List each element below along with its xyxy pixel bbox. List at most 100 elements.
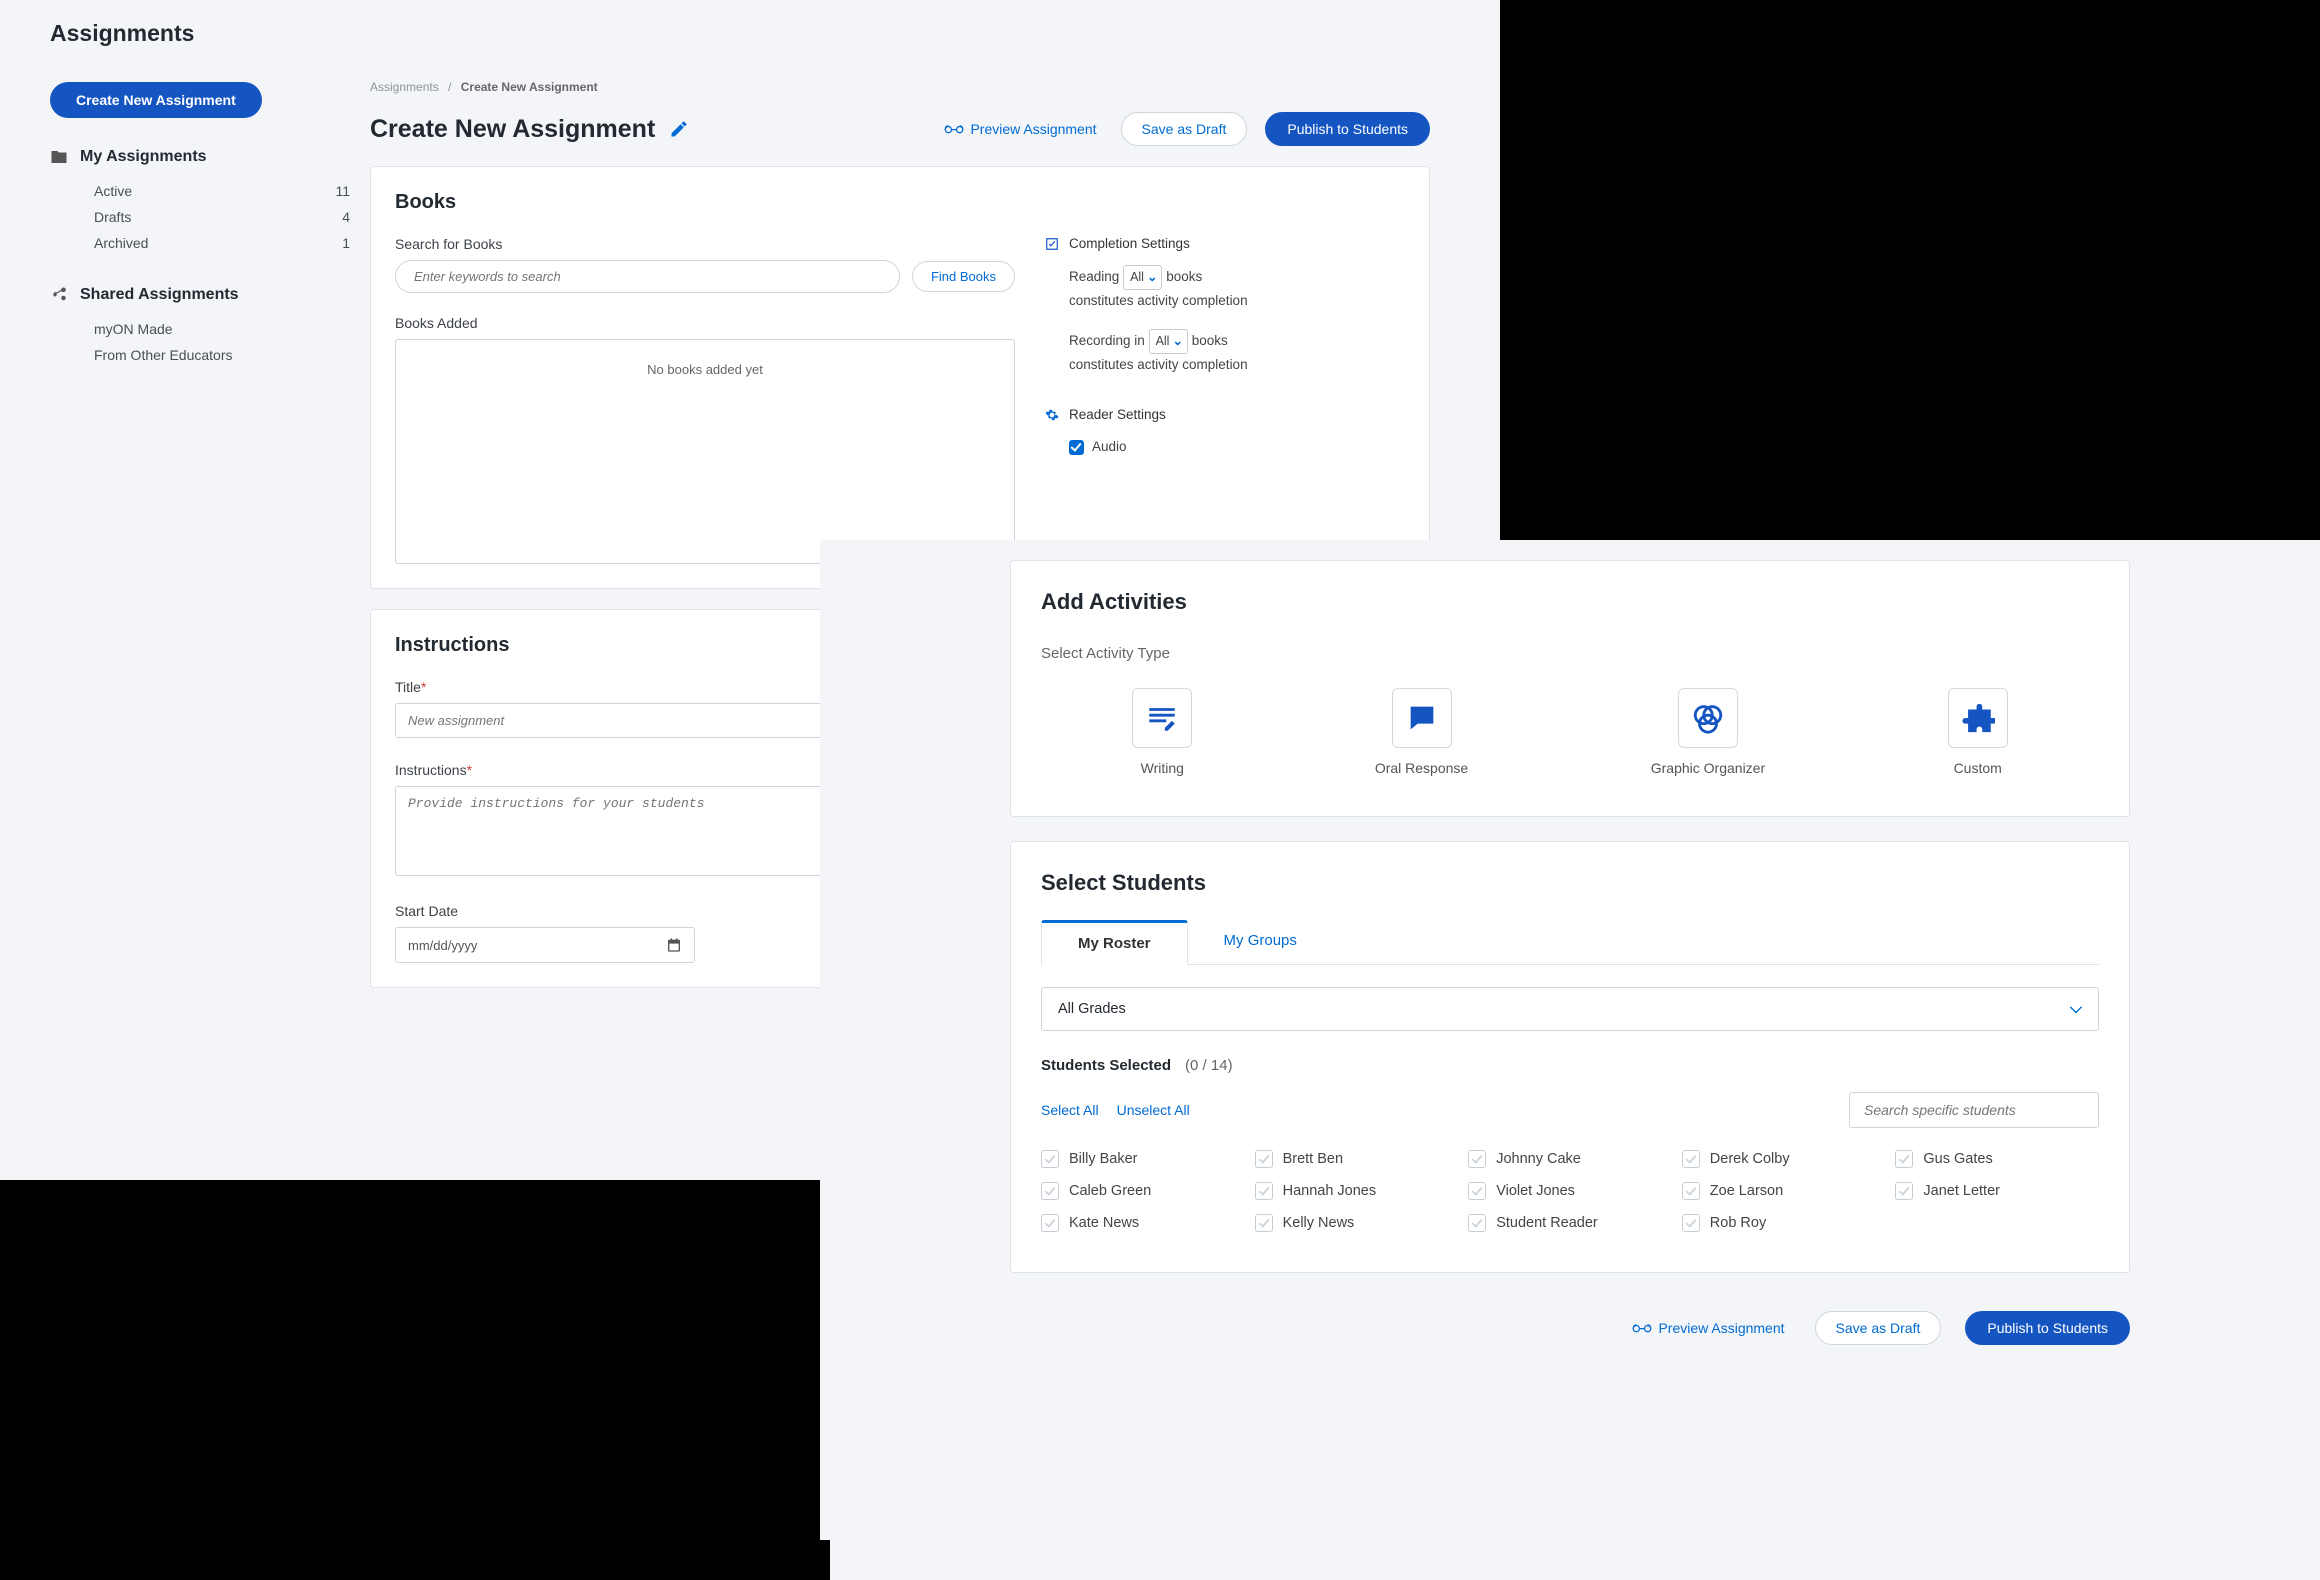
student-checkbox[interactable]: Kate News — [1041, 1214, 1245, 1232]
breadcrumb-current: Create New Assignment — [461, 80, 598, 94]
checkbox-unchecked-icon — [1041, 1150, 1059, 1168]
sidebar-item-other-educators[interactable]: From Other Educators — [50, 342, 350, 368]
student-checkbox[interactable]: Brett Ben — [1255, 1150, 1459, 1168]
page-title: Create New Assignment — [370, 115, 655, 144]
calendar-icon — [666, 937, 682, 953]
student-name: Kate News — [1069, 1215, 1139, 1231]
activity-custom[interactable]: Custom — [1948, 688, 2008, 776]
folder-icon — [50, 148, 68, 166]
sidebar-title: Assignments — [50, 20, 350, 47]
check-square-icon — [1045, 237, 1059, 251]
student-checkbox[interactable]: Zoe Larson — [1682, 1182, 1886, 1200]
sidebar-item-count: 4 — [342, 209, 350, 225]
student-name: Gus Gates — [1923, 1151, 1992, 1167]
reader-settings-label: Reader Settings — [1069, 407, 1166, 422]
checkbox-unchecked-icon — [1682, 1214, 1700, 1232]
save-draft-button[interactable]: Save as Draft — [1121, 112, 1248, 146]
student-checkbox[interactable]: Janet Letter — [1895, 1182, 2099, 1200]
student-checkbox[interactable]: Violet Jones — [1468, 1182, 1672, 1200]
chevron-down-icon: ⌵ — [2070, 1000, 2082, 1018]
speech-icon — [1405, 701, 1439, 735]
students-selected-count: (0 / 14) — [1185, 1057, 1233, 1074]
activities-heading: Add Activities — [1041, 589, 2099, 615]
students-heading: Select Students — [1041, 870, 2099, 896]
student-checkbox[interactable]: Hannah Jones — [1255, 1182, 1459, 1200]
checkbox-checked-icon — [1069, 440, 1084, 455]
breadcrumb: Assignments / Create New Assignment — [370, 80, 1430, 94]
writing-icon — [1145, 701, 1179, 735]
student-name: Johnny Cake — [1496, 1151, 1581, 1167]
checkbox-unchecked-icon — [1255, 1214, 1273, 1232]
share-icon — [50, 286, 68, 304]
sidebar-item-count: 1 — [342, 235, 350, 251]
sidebar-item-label: From Other Educators — [94, 347, 233, 363]
reading-completion-select[interactable]: All⌄ — [1123, 265, 1162, 290]
create-assignment-button[interactable]: Create New Assignment — [50, 82, 262, 118]
student-checkbox[interactable]: Caleb Green — [1041, 1182, 1245, 1200]
select-all-link[interactable]: Select All — [1041, 1102, 1099, 1118]
activity-oral-response[interactable]: Oral Response — [1375, 688, 1468, 776]
sidebar-item-active[interactable]: Active 11 — [50, 178, 350, 204]
audio-checkbox-row[interactable]: Audio — [1069, 436, 1405, 459]
student-checkbox[interactable]: Billy Baker — [1041, 1150, 1245, 1168]
search-books-input[interactable] — [395, 260, 900, 293]
student-checkbox[interactable]: Student Reader — [1468, 1214, 1672, 1232]
checkbox-unchecked-icon — [1895, 1150, 1913, 1168]
books-heading: Books — [395, 191, 1405, 214]
preview-assignment-link-footer[interactable]: Preview Assignment — [1626, 1319, 1790, 1337]
publish-button-footer[interactable]: Publish to Students — [1965, 1311, 2130, 1345]
sidebar-item-myon-made[interactable]: myON Made — [50, 316, 350, 342]
student-name: Billy Baker — [1069, 1151, 1138, 1167]
start-date-label: Start Date — [395, 903, 890, 919]
sidebar-item-drafts[interactable]: Drafts 4 — [50, 204, 350, 230]
tab-my-roster[interactable]: My Roster — [1041, 920, 1188, 965]
student-checkbox[interactable]: Rob Roy — [1682, 1214, 1886, 1232]
activity-graphic-organizer[interactable]: Graphic Organizer — [1651, 688, 1765, 776]
sidebar-item-archived[interactable]: Archived 1 — [50, 230, 350, 256]
grade-select[interactable]: All Grades ⌵ — [1041, 987, 2099, 1031]
unselect-all-link[interactable]: Unselect All — [1117, 1102, 1190, 1118]
checkbox-unchecked-icon — [1041, 1214, 1059, 1232]
books-empty-text: No books added yet — [647, 362, 763, 377]
activity-writing[interactable]: Writing — [1132, 688, 1192, 776]
student-name: Rob Roy — [1710, 1215, 1766, 1231]
student-checkbox[interactable]: Kelly News — [1255, 1214, 1459, 1232]
eyeglasses-icon — [944, 122, 964, 136]
students-selected-label: Students Selected — [1041, 1057, 1171, 1074]
preview-assignment-link[interactable]: Preview Assignment — [938, 120, 1102, 138]
books-added-box: No books added yet — [395, 339, 1015, 564]
checkbox-unchecked-icon — [1468, 1214, 1486, 1232]
recording-completion-select[interactable]: All⌄ — [1149, 329, 1188, 354]
student-name: Violet Jones — [1496, 1183, 1575, 1199]
publish-button[interactable]: Publish to Students — [1265, 112, 1430, 146]
shared-assignments-label: Shared Assignments — [80, 286, 239, 304]
student-checkbox[interactable]: Johnny Cake — [1468, 1150, 1672, 1168]
my-assignments-label: My Assignments — [80, 148, 207, 166]
checkbox-unchecked-icon — [1041, 1182, 1059, 1200]
student-name: Kelly News — [1283, 1215, 1355, 1231]
checkbox-unchecked-icon — [1255, 1182, 1273, 1200]
student-checkbox[interactable]: Gus Gates — [1895, 1150, 2099, 1168]
student-checkbox[interactable]: Derek Colby — [1682, 1150, 1886, 1168]
gear-icon — [1045, 408, 1059, 422]
find-books-button[interactable]: Find Books — [912, 261, 1015, 292]
breadcrumb-root[interactable]: Assignments — [370, 80, 439, 94]
sidebar-item-label: Active — [94, 183, 132, 199]
student-name: Janet Letter — [1923, 1183, 2000, 1199]
search-students-input[interactable] — [1849, 1092, 2099, 1128]
my-assignments-heading[interactable]: My Assignments — [50, 148, 350, 166]
shared-assignments-heading[interactable]: Shared Assignments — [50, 286, 350, 304]
student-name: Hannah Jones — [1283, 1183, 1377, 1199]
save-draft-button-footer[interactable]: Save as Draft — [1815, 1311, 1942, 1345]
sidebar-item-count: 11 — [335, 183, 350, 199]
start-date-input[interactable]: mm/dd/yyyy — [395, 927, 695, 963]
activity-type-label: Select Activity Type — [1041, 645, 2099, 662]
edit-title-icon[interactable] — [669, 119, 689, 139]
activities-card: Add Activities Select Activity Type Writ… — [1010, 560, 2130, 817]
books-added-label: Books Added — [395, 315, 1015, 331]
venn-icon — [1691, 701, 1725, 735]
tab-my-groups[interactable]: My Groups — [1188, 920, 1333, 964]
student-name: Derek Colby — [1710, 1151, 1790, 1167]
student-name: Brett Ben — [1283, 1151, 1343, 1167]
puzzle-icon — [1961, 701, 1995, 735]
